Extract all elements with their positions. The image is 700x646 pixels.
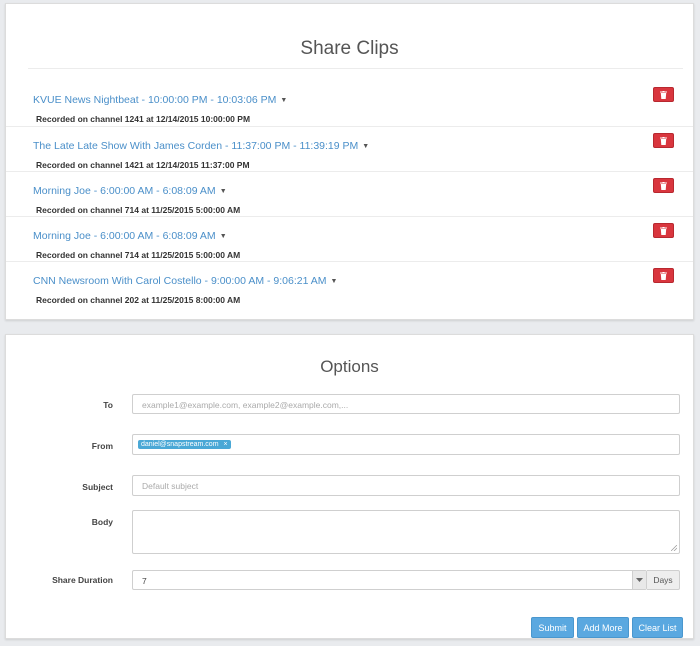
body-label: Body (91, 517, 113, 527)
chevron-down-icon[interactable]: ▼ (220, 188, 227, 195)
title-divider (28, 68, 683, 69)
clip-item: KVUE News Nightbeat - 10:00:00 PM - 10:0… (6, 71, 693, 124)
resize-grip-icon[interactable] (671, 545, 677, 551)
chevron-down-icon[interactable]: ▼ (280, 97, 287, 104)
to-input[interactable] (133, 396, 679, 414)
clip-recording-info: Recorded on channel 714 at 11/25/2015 5:… (36, 205, 241, 215)
clip-title-link[interactable]: The Late Late Show With James Corden - 1… (33, 140, 369, 152)
trash-icon (660, 90, 667, 99)
delete-clip-button[interactable] (653, 87, 674, 102)
clip-item: Morning Joe - 6:00:00 AM - 6:08:09 AM ▼ R… (6, 216, 693, 261)
to-label: To (103, 400, 113, 410)
body-textarea[interactable] (132, 510, 680, 554)
to-field (132, 394, 680, 414)
share-duration-value: 7 (142, 576, 147, 586)
add-more-button[interactable]: Add More (577, 617, 629, 638)
clip-recording-info: Recorded on channel 1241 at 12/14/2015 1… (36, 114, 251, 124)
from-field[interactable]: daniel@snapstream.com × (132, 434, 680, 455)
clip-title-link[interactable]: KVUE News Nightbeat - 10:00:00 PM - 10:0… (33, 94, 287, 106)
clip-recording-info: Recorded on channel 714 at 11/25/2015 5:… (36, 250, 241, 260)
clip-recording-info: Recorded on channel 202 at 11/25/2015 8:… (36, 295, 241, 305)
chevron-down-icon[interactable]: ▼ (331, 278, 338, 285)
clip-title-link[interactable]: CNN Newsroom With Carol Costello - 9:00:… (33, 275, 337, 287)
delete-clip-button[interactable] (653, 133, 674, 148)
delete-clip-button[interactable] (653, 268, 674, 283)
clip-title-link[interactable]: Morning Joe - 6:00:00 AM - 6:08:09 AM ▼ (33, 185, 227, 197)
share-clips-title: Share Clips (300, 38, 399, 59)
chevron-down-icon[interactable] (632, 571, 646, 589)
clip-item: The Late Late Show With James Corden - 1… (6, 126, 693, 171)
submit-button[interactable]: Submit (531, 617, 574, 638)
trash-icon (660, 271, 667, 280)
subject-input[interactable] (133, 476, 679, 496)
from-email-tag: daniel@snapstream.com × (138, 440, 231, 449)
clear-list-button[interactable]: Clear List (632, 617, 683, 638)
delete-clip-button[interactable] (653, 178, 674, 193)
trash-icon (660, 226, 667, 235)
options-panel: Options To From daniel@snapstream.com × S… (5, 334, 694, 639)
clip-title-link[interactable]: Morning Joe - 6:00:00 AM - 6:08:09 AM ▼ (33, 230, 227, 242)
subject-field (132, 475, 680, 496)
duration-unit-addon: Days (647, 570, 680, 590)
trash-icon (660, 136, 667, 145)
share-duration-label: Share Duration (52, 575, 113, 585)
options-title: Options (320, 357, 379, 376)
chevron-down-icon[interactable]: ▼ (362, 143, 369, 150)
clip-item: Morning Joe - 6:00:00 AM - 6:08:09 AM ▼ R… (6, 171, 693, 216)
clip-recording-info: Recorded on channel 1421 at 12/14/2015 1… (36, 160, 250, 170)
subject-label: Subject (82, 482, 113, 492)
share-duration-select[interactable]: 7 (132, 570, 647, 590)
tag-email: daniel@snapstream.com (141, 441, 219, 448)
from-label: From (91, 441, 113, 451)
tag-remove-icon[interactable]: × (224, 441, 228, 448)
delete-clip-button[interactable] (653, 223, 674, 238)
chevron-down-icon[interactable]: ▼ (220, 233, 227, 240)
clip-item: CNN Newsroom With Carol Costello - 9:00:… (6, 261, 693, 306)
share-clips-panel: Share Clips KVUE News Nightbeat - 10:00:… (5, 3, 694, 320)
trash-icon (660, 181, 667, 190)
